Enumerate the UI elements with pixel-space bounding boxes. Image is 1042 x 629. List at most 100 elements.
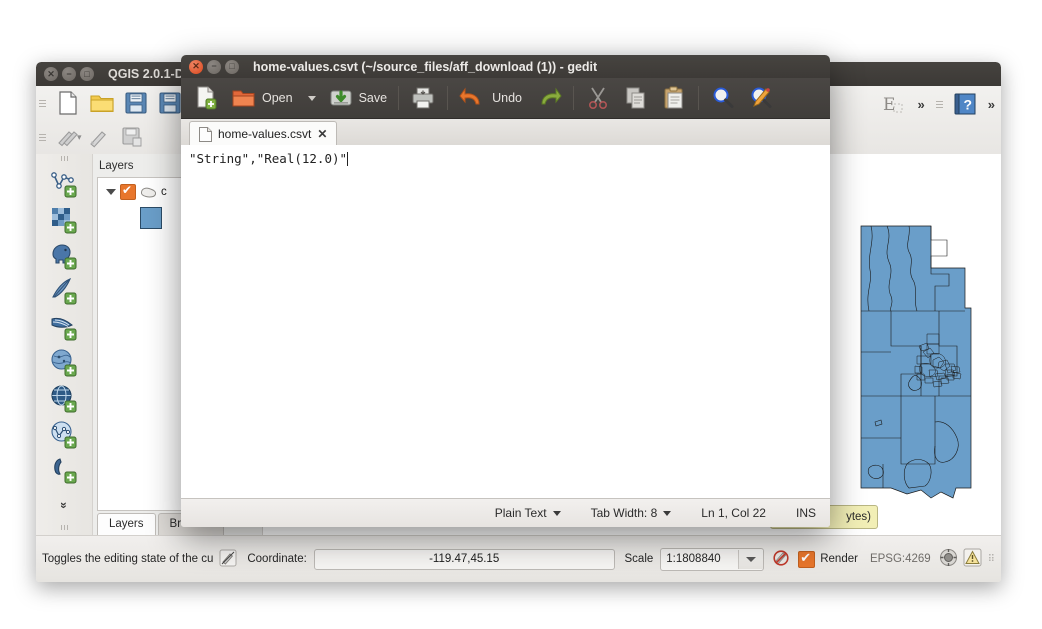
status-message: Toggles the editing state of the cu bbox=[42, 553, 214, 565]
toolbar-grip-3-icon[interactable] bbox=[935, 95, 944, 113]
new-project-icon[interactable] bbox=[51, 88, 85, 118]
open-button[interactable]: Open bbox=[225, 81, 322, 115]
save-project-icon[interactable] bbox=[119, 88, 153, 118]
save-layer-edits-icon[interactable] bbox=[116, 122, 150, 152]
toolbar-separator-4 bbox=[697, 86, 699, 110]
close-icon: ✕ bbox=[192, 61, 200, 71]
coordinate-label: Coordinate: bbox=[247, 553, 307, 565]
cursor-position-label: Ln 1, Col 22 bbox=[701, 506, 766, 520]
qgis-toolbar-right-group: Ε » ? » bbox=[876, 88, 995, 120]
messages-warning-icon[interactable] bbox=[963, 548, 982, 570]
toolbar-separator-3 bbox=[572, 86, 574, 110]
gedit-status-bar: Plain Text Tab Width: 8 Ln 1, Col 22 INS bbox=[181, 498, 830, 527]
render-label: Render bbox=[820, 553, 858, 565]
gedit-maximize-button[interactable]: □ bbox=[225, 59, 239, 74]
coordinate-field[interactable]: -119.47,45.15 bbox=[313, 548, 615, 570]
cut-icon[interactable] bbox=[579, 81, 617, 115]
gedit-titlebar[interactable]: ✕ − □ home-values.csvt (~/source_files/a… bbox=[181, 55, 830, 78]
layer-name-label: c bbox=[161, 186, 167, 198]
svg-text:?: ? bbox=[963, 97, 972, 113]
redo-icon[interactable] bbox=[528, 81, 568, 115]
copy-icon[interactable] bbox=[617, 81, 655, 115]
open-label: Open bbox=[262, 91, 293, 105]
toolbar-separator bbox=[398, 86, 400, 110]
edit-pencils-icon[interactable] bbox=[51, 122, 85, 152]
tab-width-label: Tab Width: 8 bbox=[590, 506, 658, 520]
toggle-editing-status-icon[interactable] bbox=[219, 549, 237, 570]
maximize-icon: □ bbox=[84, 68, 90, 79]
close-icon: ✕ bbox=[47, 68, 55, 79]
document-tab-close-icon[interactable]: ✕ bbox=[317, 127, 327, 141]
resize-grip-icon[interactable]: ⠿ bbox=[988, 554, 995, 565]
overflow-chevrons-2-icon[interactable]: » bbox=[988, 97, 995, 112]
document-line-1: "String","Real(12.0)" bbox=[189, 151, 348, 166]
paste-icon[interactable] bbox=[655, 81, 693, 115]
scale-label: Scale bbox=[624, 553, 654, 565]
syntax-highlight-selector[interactable]: Plain Text bbox=[495, 506, 561, 520]
syntax-dropdown-icon[interactable] bbox=[552, 510, 561, 516]
scale-combobox[interactable]: 1:1808840 bbox=[660, 547, 765, 571]
replace-icon[interactable] bbox=[742, 81, 780, 115]
add-postgis-layer-icon[interactable] bbox=[44, 237, 84, 273]
render-checkbox[interactable] bbox=[798, 550, 816, 568]
polygon-layer-icon bbox=[140, 187, 157, 197]
syntax-label: Plain Text bbox=[494, 506, 547, 520]
undo-label: Undo bbox=[492, 91, 522, 105]
qgis-close-button[interactable]: ✕ bbox=[44, 67, 58, 81]
toolbar-separator-2 bbox=[447, 86, 449, 110]
stop-rendering-icon[interactable] bbox=[772, 549, 790, 570]
toggle-editing-icon[interactable] bbox=[82, 122, 116, 152]
qgis-minimize-button[interactable]: − bbox=[62, 67, 76, 81]
add-vector-layer-icon[interactable] bbox=[44, 165, 84, 201]
gedit-toolbar: Open Save Undo bbox=[181, 78, 830, 119]
document-icon bbox=[199, 126, 212, 142]
qgis-manage-layers-toolbar: » bbox=[36, 154, 93, 536]
add-mssql-layer-icon[interactable] bbox=[44, 308, 84, 344]
insert-mode-label: INS bbox=[795, 506, 816, 520]
gedit-minimize-button[interactable]: − bbox=[207, 59, 221, 74]
text-editor-area[interactable]: "String","Real(12.0)" bbox=[181, 145, 830, 499]
minimize-icon: − bbox=[211, 61, 217, 71]
tab-width-selector[interactable]: Tab Width: 8 bbox=[591, 506, 672, 520]
left-toolbar-grip-bottom-icon[interactable] bbox=[55, 525, 73, 531]
find-icon[interactable] bbox=[704, 81, 742, 115]
toolbar-grip-icon[interactable] bbox=[39, 94, 47, 112]
maximize-icon: □ bbox=[229, 61, 235, 71]
add-wfs-layer-icon[interactable] bbox=[44, 416, 84, 452]
tab-layers[interactable]: Layers bbox=[97, 513, 156, 536]
expand-collapse-triangle-icon[interactable] bbox=[106, 189, 116, 195]
add-spatialite-layer-icon[interactable] bbox=[44, 272, 84, 308]
document-tab[interactable]: home-values.csvt ✕ bbox=[189, 121, 338, 146]
print-icon[interactable] bbox=[404, 81, 442, 115]
gedit-window-title: home-values.csvt (~/source_files/aff_dow… bbox=[253, 59, 598, 74]
tab-width-dropdown-icon[interactable] bbox=[663, 510, 672, 516]
overflow-chevrons-icon[interactable]: » bbox=[918, 97, 925, 112]
help-book-icon[interactable]: ? bbox=[948, 89, 982, 119]
undo-button[interactable]: Undo bbox=[453, 81, 528, 115]
new-document-icon[interactable] bbox=[187, 81, 225, 115]
left-toolbar-overflow-icon[interactable]: » bbox=[44, 487, 84, 523]
add-wms-layer-icon[interactable] bbox=[44, 380, 84, 416]
toolbar-grip-2-icon[interactable] bbox=[39, 128, 47, 146]
layer-visibility-checkbox[interactable] bbox=[120, 183, 136, 200]
save-button[interactable]: Save bbox=[322, 81, 394, 115]
gedit-close-button[interactable]: ✕ bbox=[189, 59, 203, 74]
add-wcs-layer-icon[interactable] bbox=[44, 344, 84, 380]
gedit-tab-bar: home-values.csvt ✕ bbox=[181, 119, 830, 147]
gedit-window: ✕ − □ home-values.csvt (~/source_files/a… bbox=[181, 55, 830, 527]
screen: ✕ − □ QGIS 2.0.1-Dufour ▾ Ε » ? » » Laye… bbox=[0, 0, 1042, 629]
measure-tool-icon[interactable]: Ε bbox=[876, 89, 910, 119]
qgis-maximize-button[interactable]: □ bbox=[80, 67, 94, 81]
left-toolbar-grip-icon[interactable] bbox=[55, 156, 73, 162]
add-raster-layer-icon[interactable] bbox=[44, 201, 84, 237]
crs-label: EPSG:4269 bbox=[869, 553, 931, 565]
scale-value[interactable]: 1:1808840 bbox=[661, 553, 738, 565]
qgis-status-bar: Toggles the editing state of the cu Coor… bbox=[36, 535, 1001, 582]
text-cursor bbox=[347, 152, 349, 166]
open-project-icon[interactable] bbox=[85, 88, 119, 118]
open-dropdown-icon[interactable] bbox=[307, 95, 316, 101]
scale-dropdown-arrow-icon[interactable] bbox=[738, 549, 764, 569]
minimize-icon: − bbox=[66, 68, 72, 79]
add-delimited-text-layer-icon[interactable] bbox=[44, 451, 84, 487]
crs-status-icon[interactable] bbox=[939, 548, 958, 570]
